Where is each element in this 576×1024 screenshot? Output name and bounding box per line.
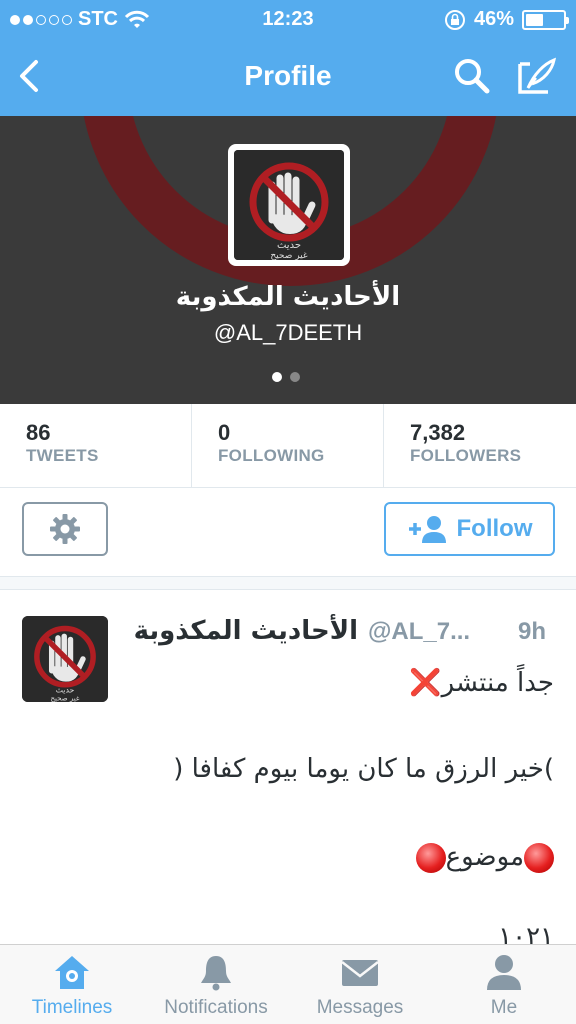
tab-messages[interactable]: Messages <box>288 945 432 1024</box>
home-icon <box>55 956 89 989</box>
tweet-text-line: )خير الرزق ما كان يوما بيوم كفافا ( <box>173 754 554 784</box>
search-icon[interactable] <box>452 56 492 96</box>
tweet-author-name: الأحاديث المكذوبة <box>133 616 358 646</box>
settings-button[interactable] <box>22 502 108 556</box>
tab-notifications[interactable]: Notifications <box>144 945 288 1024</box>
profile-avatar[interactable]: حديث غير صحيح <box>228 144 350 266</box>
no-hand-logo-icon: حديث غير صحيح <box>22 616 108 702</box>
tweet-item[interactable]: حديث غير صحيح الأحاديث المكذوبة @AL_7...… <box>0 590 576 944</box>
section-divider <box>0 576 576 590</box>
person-icon <box>487 955 521 990</box>
bell-icon <box>201 956 231 991</box>
header-page-indicator[interactable] <box>272 372 300 382</box>
stat-following[interactable]: 0 FOLLOWING <box>192 404 384 488</box>
battery-percent: 46% <box>473 8 514 30</box>
red-circle-icon <box>415 842 446 873</box>
follow-label: Follow <box>456 515 533 542</box>
status-bar: STC 12:23 46% <box>0 0 576 38</box>
stat-tweets[interactable]: 86 TWEETS <box>0 404 192 488</box>
tweet-text-line: جداً منتشر❌ <box>409 668 554 698</box>
rotation-lock-icon <box>444 9 465 30</box>
svg-text:غير صحيح: غير صحيح <box>270 251 308 260</box>
tweet-timestamp: 9h <box>518 618 547 645</box>
stat-followers[interactable]: 7,382 FOLLOWERS <box>384 404 576 488</box>
tweet-text-line: ١٠٢١ <box>498 922 554 944</box>
profile-header-banner: حديث غير صحيح الأحاديث المكذوبة @AL_7DEE… <box>0 116 576 404</box>
no-hand-logo-icon: حديث غير صحيح <box>234 150 344 260</box>
tweet-text-line: موضوع <box>415 842 554 873</box>
cross-mark-icon: ❌ <box>409 668 442 698</box>
add-user-icon <box>408 516 446 543</box>
avatar-caption: حديث <box>277 240 301 251</box>
tweet-author-handle: @AL_7... <box>368 618 471 645</box>
tab-timelines[interactable]: Timelines <box>0 945 144 1024</box>
compose-tweet-icon[interactable] <box>516 56 558 96</box>
red-circle-icon <box>524 842 554 873</box>
tab-me[interactable]: Me <box>432 945 576 1024</box>
battery-icon <box>522 9 569 30</box>
profile-stats: 86 TWEETS 0 FOLLOWING 7,382 FOLLOWERS <box>0 404 576 488</box>
navigation-bar: Profile <box>0 38 576 116</box>
profile-actions: Follow <box>0 488 576 576</box>
tweet-avatar[interactable]: حديث غير صحيح <box>22 616 108 702</box>
svg-text:غير صحيح: غير صحيح <box>50 693 79 702</box>
top-bar: STC 12:23 46% Profile <box>0 0 576 116</box>
envelope-icon <box>341 960 379 986</box>
profile-name: الأحاديث المكذوبة <box>175 282 401 312</box>
follow-button[interactable]: Follow <box>384 502 555 556</box>
profile-handle: @AL_7DEETH <box>213 320 363 345</box>
gear-icon <box>50 514 80 544</box>
tab-bar: Timelines Notifications Messages Me <box>0 944 576 1024</box>
